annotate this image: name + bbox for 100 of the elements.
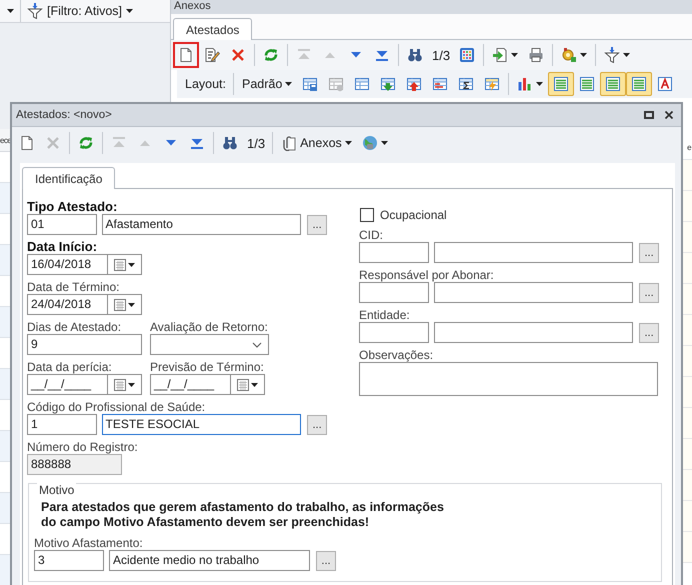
warning-message: Para atestados que gerem afastamento do trabalho, as informações do campo Motivo Afastamento devem ser preenchidas! xyxy=(41,500,445,530)
checkbox[interactable]: Ocupacional xyxy=(359,207,659,223)
binoculars-icon xyxy=(222,135,238,151)
browse-button[interactable]: ... xyxy=(316,550,336,570)
date-picker[interactable]: 16/04/2018 xyxy=(27,254,142,275)
view-button[interactable] xyxy=(548,72,574,96)
binoculars-icon xyxy=(407,47,423,63)
calendar-icon xyxy=(114,258,126,270)
caret-icon xyxy=(623,53,630,57)
sum-icon xyxy=(458,76,474,92)
table-view-icon xyxy=(579,76,596,92)
code-field[interactable] xyxy=(359,242,429,263)
lightning-icon xyxy=(484,76,500,92)
columns-icon xyxy=(432,76,448,92)
table-up-icon xyxy=(406,76,422,92)
description-field[interactable] xyxy=(434,322,634,343)
field-label: Observações: xyxy=(359,348,434,362)
table-clear-icon xyxy=(328,76,344,92)
grid-icon xyxy=(459,47,476,63)
table-view-icon xyxy=(605,76,622,92)
page-arrow-icon xyxy=(492,47,508,63)
field-label: Motivo Afastamento: xyxy=(34,536,144,550)
browse-button[interactable]: ... xyxy=(639,242,660,262)
caret-icon xyxy=(285,82,292,86)
description-field[interactable]: Acidente medio no trabalho xyxy=(109,550,310,571)
close-icon xyxy=(664,110,674,120)
description-field[interactable]: TESTE ESOCIAL xyxy=(102,414,302,435)
table-down-icon xyxy=(380,76,396,92)
field-label: Data da perícia: xyxy=(27,360,113,374)
page-pencil-icon xyxy=(204,47,220,63)
caret-icon xyxy=(128,382,135,386)
attachments-button[interactable]: Anexos xyxy=(276,131,357,155)
browse-button[interactable]: ... xyxy=(307,414,328,434)
calendar-icon xyxy=(114,378,126,390)
field-label: Data de Término: xyxy=(27,280,120,294)
text-area[interactable] xyxy=(359,362,658,396)
field-label: Código do Profissional de Saúde: xyxy=(27,400,206,414)
table-icon xyxy=(354,76,370,92)
table-save-icon xyxy=(302,76,318,92)
bar-chart-icon xyxy=(517,76,534,92)
table-view-icon xyxy=(631,76,648,92)
layout-menu[interactable]: Padrão xyxy=(237,72,298,96)
date-picker[interactable]: __/__/____ xyxy=(27,374,142,395)
caret-icon xyxy=(580,53,588,57)
caret-icon xyxy=(128,262,135,266)
field-label: Avaliação de Retorno: xyxy=(150,320,269,334)
date-picker[interactable]: 24/04/2018 xyxy=(27,294,142,315)
delete-icon xyxy=(45,135,61,151)
code-field[interactable] xyxy=(359,322,429,343)
caret-icon xyxy=(251,382,258,386)
caret-icon xyxy=(126,9,134,13)
new-button[interactable] xyxy=(173,42,199,68)
field-label: Tipo Atestado: xyxy=(27,200,118,214)
code-field[interactable]: 1 xyxy=(27,414,97,435)
code-field[interactable]: 3 xyxy=(34,550,104,571)
tab[interactable]: Identificação xyxy=(22,167,116,189)
refresh-icon xyxy=(263,47,279,63)
date-picker[interactable]: __/__/____ xyxy=(150,374,265,395)
code-field[interactable] xyxy=(359,282,429,303)
view-button[interactable] xyxy=(600,72,626,96)
filter-icon xyxy=(604,47,620,63)
printer-icon xyxy=(528,47,544,63)
browse-button[interactable]: ... xyxy=(307,214,328,234)
caret-icon xyxy=(536,82,544,86)
text-field[interactable]: 9 xyxy=(27,334,142,355)
chevron-down-icon xyxy=(252,342,262,348)
description-field[interactable] xyxy=(434,282,634,303)
refresh-icon xyxy=(78,135,94,151)
caret-icon xyxy=(380,141,388,145)
browse-button[interactable]: ... xyxy=(639,282,660,302)
page-icon xyxy=(19,135,35,151)
description-field[interactable]: Afastamento xyxy=(102,214,302,235)
globe-icon xyxy=(362,135,378,151)
paperclip-icon xyxy=(281,135,298,151)
field-label: Número do Registro: xyxy=(27,440,139,454)
field-label: Previsão de Término: xyxy=(150,360,265,374)
group-title: Motivo xyxy=(37,483,76,497)
layout-label: Layout: xyxy=(184,77,228,91)
panel-title: Anexos xyxy=(171,0,692,14)
field-label: Data Início: xyxy=(27,240,98,254)
page-icon xyxy=(178,47,194,63)
browse-button[interactable]: ... xyxy=(639,322,660,342)
caret-icon xyxy=(6,9,14,13)
calendar-icon xyxy=(114,298,126,310)
table-view-icon xyxy=(553,76,570,92)
caret-icon xyxy=(511,53,518,57)
field-label: Responsável por Abonar: xyxy=(359,268,495,282)
calendar-icon xyxy=(237,378,249,390)
record-counter: 1/3 xyxy=(431,48,452,62)
column-header: e xyxy=(687,142,691,152)
gear-icon xyxy=(561,47,578,63)
tab[interactable]: Atestados xyxy=(173,18,252,40)
filter-icon xyxy=(27,3,43,19)
description-field[interactable] xyxy=(434,242,634,263)
maximize-icon xyxy=(644,110,654,120)
view-button[interactable] xyxy=(626,72,652,96)
font-icon xyxy=(657,76,674,92)
combo-box[interactable] xyxy=(150,334,269,355)
record-counter: 1/3 xyxy=(246,136,266,150)
code-field[interactable]: 01 xyxy=(27,214,97,235)
